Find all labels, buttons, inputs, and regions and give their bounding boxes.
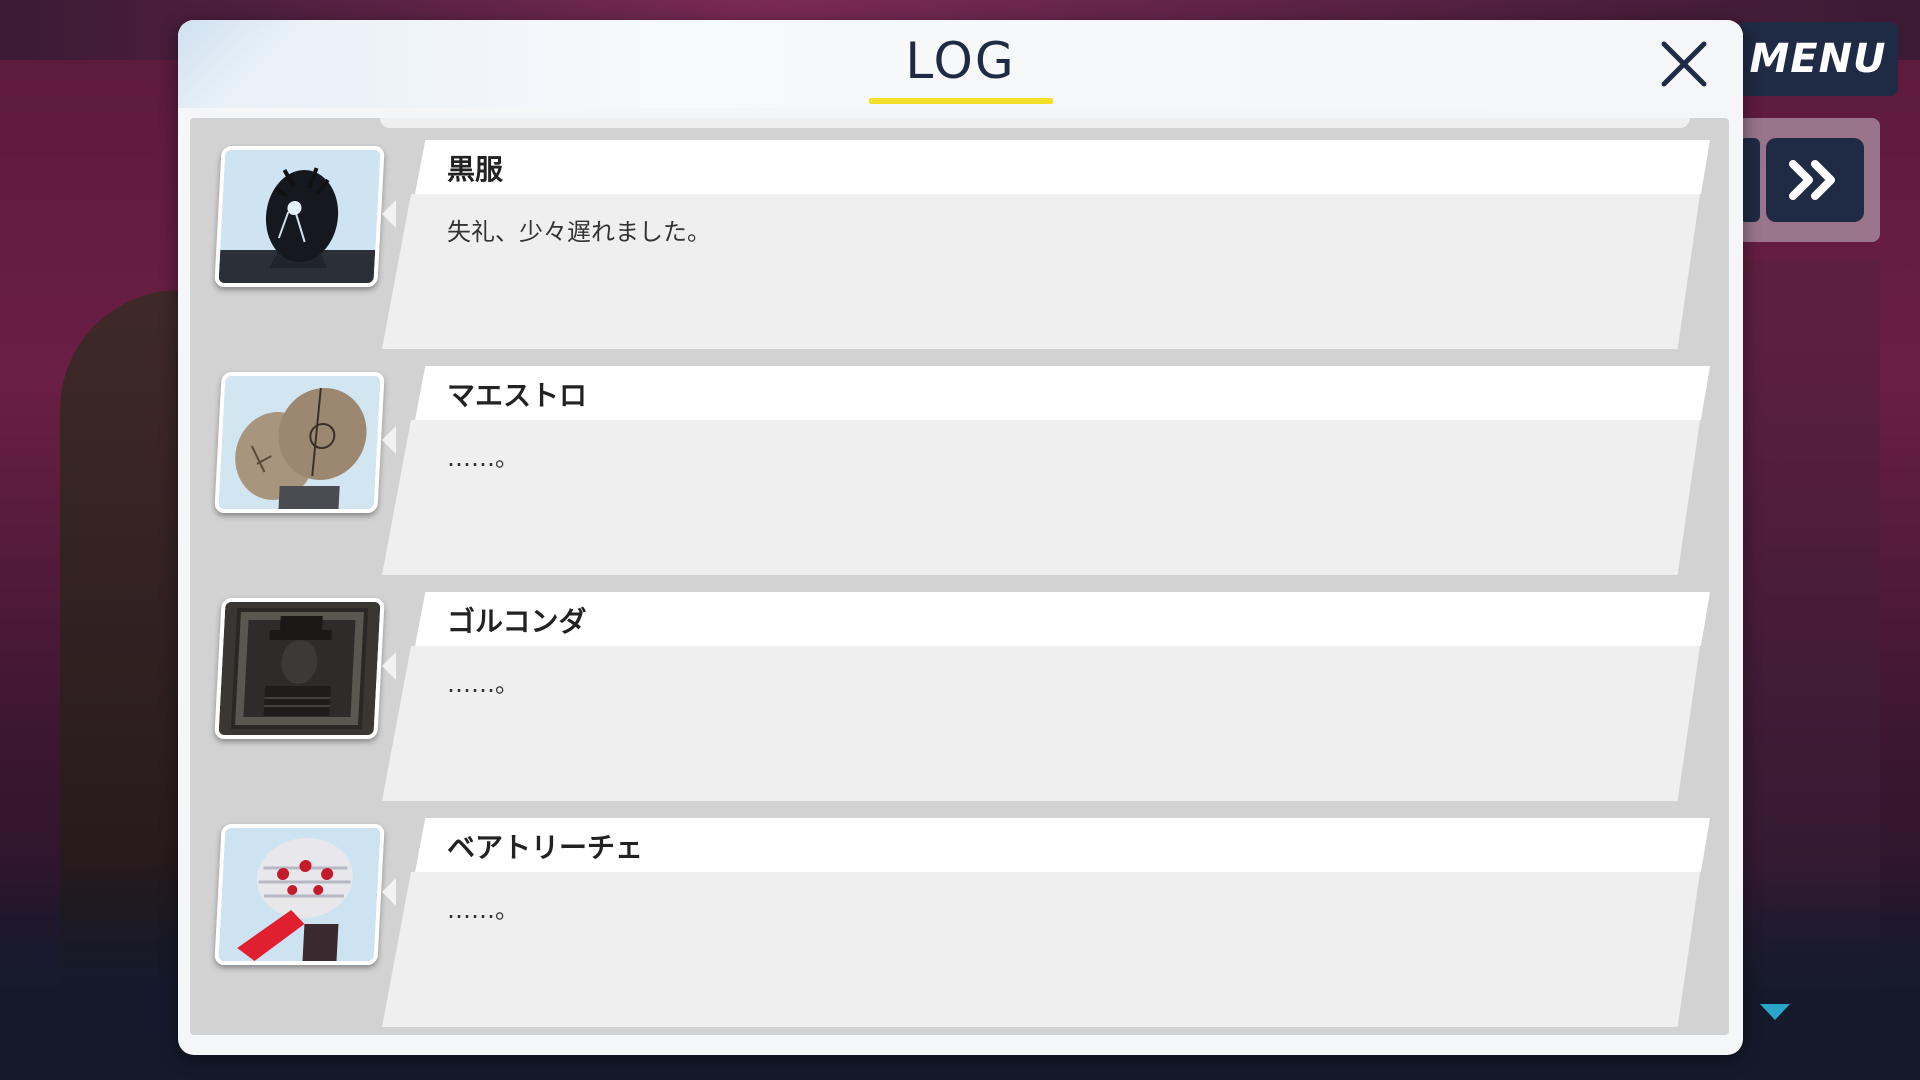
double-chevron-right-icon: [1789, 160, 1835, 200]
log-list[interactable]: 黒服 失礼、少々遅れました。 マエストロ ……。 ゴルコンダ ……。 ベアトリー…: [190, 118, 1729, 1035]
message-box: [382, 872, 1700, 1027]
log-entry: マエストロ ……。: [190, 366, 1729, 581]
log-dialog: LOG 黒服 失礼、少々遅れました。 マエストロ ……。 ゴルコンダ ……。 ベ…: [178, 20, 1743, 1055]
auto-button[interactable]: [1740, 138, 1760, 222]
name-bar: [415, 140, 1710, 194]
menu-button[interactable]: MENU: [1738, 22, 1898, 96]
previous-entry-edge: [380, 118, 1690, 128]
name-bar: [415, 592, 1710, 646]
message-text: ……。: [447, 444, 519, 472]
close-button[interactable]: [1654, 34, 1714, 94]
entry-pointer: [382, 878, 396, 906]
beatrice-avatar: [214, 824, 385, 965]
speaker-name: マエストロ: [447, 379, 588, 412]
entry-pointer: [382, 200, 396, 228]
maestro-avatar: [214, 372, 385, 513]
log-entry: ベアトリーチェ ……。: [190, 818, 1729, 1033]
close-icon: [1661, 41, 1707, 87]
entry-pointer: [382, 426, 396, 454]
speaker-name: 黒服: [447, 153, 504, 186]
title-underline: [869, 98, 1053, 104]
scroll-down-icon[interactable]: [1760, 1004, 1790, 1020]
entry-pointer: [382, 652, 396, 680]
name-bar: [415, 366, 1710, 420]
message-box: [382, 420, 1700, 575]
speaker-name: ゴルコンダ: [447, 605, 587, 638]
skip-button[interactable]: [1766, 138, 1864, 222]
speaker-name: ベアトリーチェ: [447, 831, 644, 864]
message-text: ……。: [447, 896, 519, 924]
log-entry: ゴルコンダ ……。: [190, 592, 1729, 807]
message-text: ……。: [447, 670, 519, 698]
log-title: LOG: [905, 32, 1016, 90]
message-box: [382, 646, 1700, 801]
golconda-avatar: [214, 598, 385, 739]
message-text: 失礼、少々遅れました。: [447, 218, 711, 246]
dialog-header: LOG: [178, 20, 1743, 108]
black-suit-avatar: [214, 146, 385, 287]
log-entry: 黒服 失礼、少々遅れました。: [190, 140, 1729, 355]
